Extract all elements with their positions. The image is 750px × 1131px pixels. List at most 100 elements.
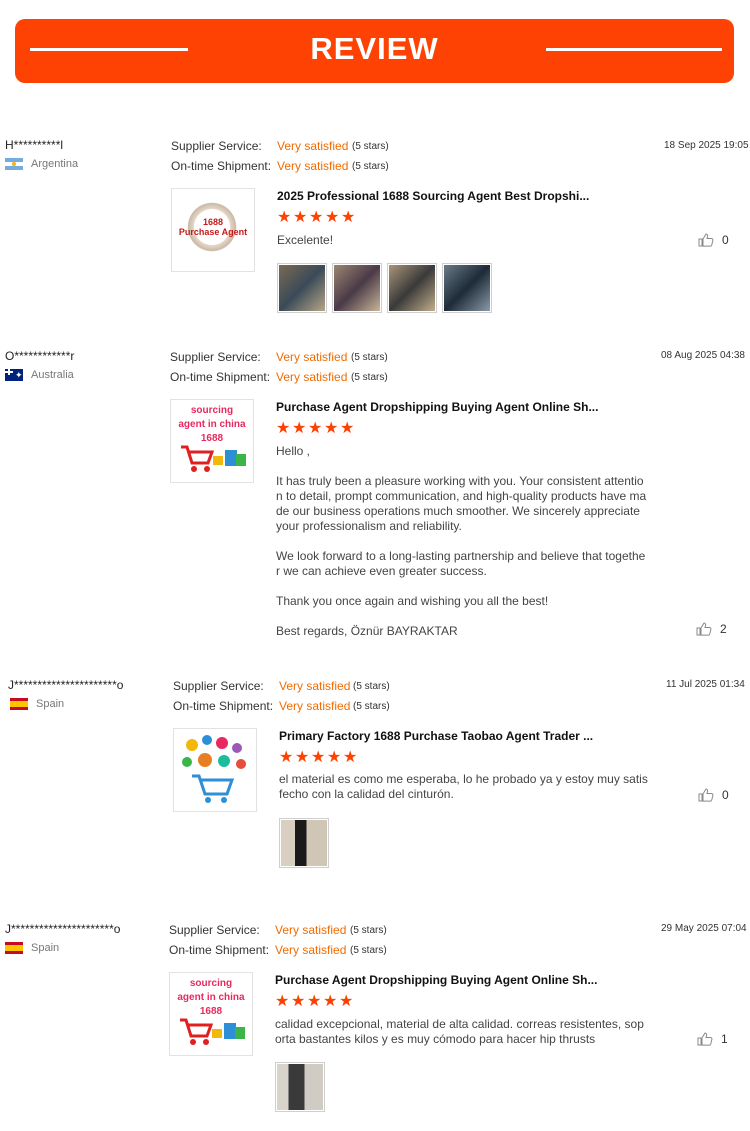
country-name: Spain	[36, 698, 65, 710]
country-name: Spain	[31, 942, 60, 954]
review-photo[interactable]	[279, 818, 329, 868]
star-icon: ★	[307, 993, 322, 1010]
country-name: Australia	[31, 369, 74, 381]
reviewer-name: J**********************o	[8, 678, 124, 692]
shipment-rating: Very satisfied	[276, 370, 348, 384]
thumbs-up-icon	[697, 1032, 713, 1046]
star-icon: ★	[340, 420, 355, 437]
rating-stars: ★ ★ ★ ★ ★	[279, 749, 358, 766]
shipment-rating: Very satisfied	[277, 159, 349, 173]
product-thumbnail[interactable]	[173, 728, 257, 812]
product-thumbnail-art	[202, 735, 212, 745]
product-thumbnail-art	[198, 753, 212, 767]
supplier-rating: Very satisfied	[276, 350, 348, 364]
like-count: 0	[722, 233, 729, 247]
supplier-service-label: Supplier Service:	[171, 139, 262, 153]
star-icon: ★	[292, 420, 307, 437]
review-photo[interactable]	[277, 263, 327, 313]
review-photo[interactable]	[275, 1062, 325, 1112]
star-icon: ★	[325, 209, 340, 226]
shipment-stars: (5 stars)	[352, 161, 389, 172]
star-icon: ★	[339, 993, 354, 1010]
spain-flag-icon	[5, 942, 23, 954]
supplier-service-label: Supplier Service:	[170, 350, 261, 364]
star-icon: ★	[295, 749, 310, 766]
like-count: 0	[722, 788, 729, 802]
shipment-label: On-time Shipment:	[169, 943, 270, 957]
shipment-label: On-time Shipment:	[171, 159, 272, 173]
reviewer-country: Australia	[5, 369, 74, 381]
supplier-rating: Very satisfied	[277, 139, 349, 153]
star-icon: ★	[323, 993, 338, 1010]
product-title[interactable]: Purchase Agent Dropshipping Buying Agent…	[275, 973, 597, 987]
product-thumbnail-art	[218, 755, 230, 767]
star-icon: ★	[309, 209, 324, 226]
supplier-stars: (5 stars)	[353, 681, 390, 692]
shipment-stars: (5 stars)	[350, 945, 387, 956]
reviewer-name: J**********************o	[5, 922, 121, 936]
shipment-label: On-time Shipment:	[173, 699, 274, 713]
reviewer-country: Spain	[5, 942, 59, 954]
supplier-rating: Very satisfied	[275, 923, 347, 937]
star-icon: ★	[291, 993, 306, 1010]
spain-flag-icon	[10, 698, 28, 710]
like-button[interactable]: 0	[698, 233, 729, 247]
supplier-rating: Very satisfied	[279, 679, 351, 693]
star-icon: ★	[327, 749, 342, 766]
shipment-rating: Very satisfied	[279, 699, 351, 713]
reviewer-name: H**********l	[5, 138, 64, 152]
star-icon: ★	[341, 209, 356, 226]
product-thumbnail-art	[232, 743, 242, 753]
rating-stars: ★ ★ ★ ★ ★	[277, 209, 356, 226]
like-count: 1	[721, 1032, 728, 1046]
product-thumbnail[interactable]: sourcing agent in china 1688	[170, 399, 254, 483]
review-photo[interactable]	[442, 263, 492, 313]
product-thumbnail-label: sourcing agent in china 1688	[178, 405, 246, 444]
banner-line-right	[546, 48, 722, 51]
review-text: calidad excepcional, material de alta ca…	[275, 1017, 644, 1046]
product-title[interactable]: 2025 Professional 1688 Sourcing Agent Be…	[277, 189, 589, 203]
supplier-stars: (5 stars)	[350, 925, 387, 936]
argentina-flag-icon	[5, 158, 23, 170]
reviewer-country: Argentina	[5, 158, 78, 170]
star-icon: ★	[293, 209, 308, 226]
product-thumbnail[interactable]: 1688 Purchase Agent	[171, 188, 255, 272]
product-thumbnail-art	[216, 737, 228, 749]
product-thumbnail-label: sourcing agent in china 1688	[177, 978, 245, 1017]
product-title[interactable]: Purchase Agent Dropshipping Buying Agent…	[276, 400, 598, 414]
thumbs-up-icon	[698, 233, 714, 247]
shipment-stars: (5 stars)	[353, 701, 390, 712]
product-thumbnail-art	[186, 739, 198, 751]
product-thumbnail-art	[236, 759, 246, 769]
shipment-label: On-time Shipment:	[170, 370, 271, 384]
review-date: 11 Jul 2025 01:34	[666, 679, 745, 690]
review-banner: REVIEW	[15, 19, 734, 83]
review-text: Excelente!	[277, 233, 334, 247]
star-icon: ★	[311, 749, 326, 766]
review-text: Hello , It has truly been a pleasure wor…	[276, 444, 647, 638]
product-thumbnail[interactable]: sourcing agent in china 1688	[169, 972, 253, 1056]
australia-flag-icon	[5, 369, 23, 381]
review-text: el material es como me esperaba, lo he p…	[279, 772, 648, 801]
star-icon: ★	[308, 420, 323, 437]
rating-stars: ★ ★ ★ ★ ★	[275, 993, 354, 1010]
shipment-rating: Very satisfied	[275, 943, 347, 957]
review-date: 18 Sep 2025 19:05	[664, 140, 749, 151]
reviewer-name: O************r	[5, 349, 75, 363]
product-title[interactable]: Primary Factory 1688 Purchase Taobao Age…	[279, 729, 593, 743]
shopping-cart-icon	[180, 1018, 245, 1045]
review-date: 08 Aug 2025 04:38	[661, 350, 745, 361]
star-icon: ★	[343, 749, 358, 766]
review-photo[interactable]	[332, 263, 382, 313]
country-name: Argentina	[31, 158, 79, 170]
shopping-cart-icon	[192, 774, 235, 803]
star-icon: ★	[275, 993, 290, 1010]
like-button[interactable]: 0	[698, 788, 729, 802]
product-thumbnail-label: 1688 Purchase Agent	[178, 217, 248, 237]
review-photo[interactable]	[387, 263, 437, 313]
review-date: 29 May 2025 07:04	[661, 923, 747, 934]
like-button[interactable]: 2	[696, 622, 727, 636]
like-button[interactable]: 1	[697, 1032, 728, 1046]
supplier-service-label: Supplier Service:	[169, 923, 260, 937]
like-count: 2	[720, 622, 727, 636]
